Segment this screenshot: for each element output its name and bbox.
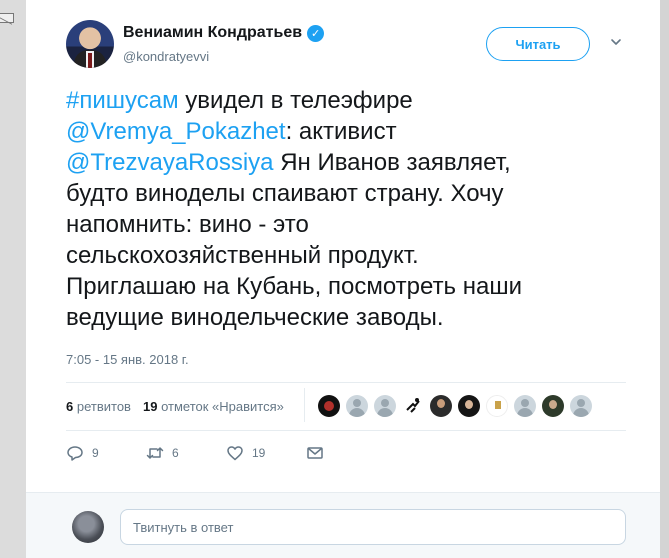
- like-action[interactable]: 19: [226, 444, 306, 462]
- envelope-icon: [307, 447, 323, 459]
- tweet-text: #пишусам увидел в телеэфире @Vremya_Pokaz…: [66, 85, 626, 333]
- tweet-text-line: будто виноделы спаивают страну. Хочу: [66, 178, 626, 209]
- tweet-text-line: #пишусам увидел в телеэфире: [66, 85, 626, 116]
- author-name-row[interactable]: Вениамин Кондратьев ✓: [123, 24, 325, 42]
- retweet-action[interactable]: 6: [146, 444, 226, 462]
- tweet-text-fragment: сельскохозяйственный продукт.: [66, 242, 419, 269]
- tweet-card: Вениамин Кондратьев ✓ @kondratyevvi Чита…: [26, 0, 660, 558]
- heart-icon: [227, 446, 243, 461]
- mention-link[interactable]: @TrezvayaRossiya: [66, 149, 274, 176]
- liker-avatar[interactable]: [430, 395, 452, 417]
- background-window-strip-right: [660, 0, 669, 558]
- stats-separator: [304, 388, 305, 422]
- dm-action[interactable]: [306, 444, 386, 462]
- tweet-text-fragment: будто виноделы спаивают страну. Хочу: [66, 180, 504, 207]
- liker-avatar[interactable]: [402, 395, 424, 417]
- tweet-actions: 9 6 19: [66, 444, 386, 462]
- reply-icon: [67, 446, 83, 461]
- divider: [66, 430, 626, 431]
- tweet-text-line: Приглашаю на Кубань, посмотреть наши: [66, 271, 626, 302]
- current-user-avatar[interactable]: [72, 511, 104, 543]
- like-count: 19: [252, 446, 266, 460]
- liker-avatars: [318, 395, 592, 417]
- liker-avatar[interactable]: [486, 395, 508, 417]
- reply-composer: [26, 492, 660, 558]
- background-window-strip: [0, 0, 26, 558]
- tweet-text-fragment: : активист: [285, 118, 397, 145]
- tweet-text-fragment: ведущие винодельческие заводы.: [66, 304, 444, 331]
- tweet-stats: 6 ретвитов 19 отметок «Нравится»: [66, 399, 284, 414]
- liker-avatar[interactable]: [346, 395, 368, 417]
- author-handle[interactable]: @kondratyevvi: [123, 49, 209, 64]
- retweet-count: 6: [172, 446, 179, 460]
- reply-input[interactable]: [120, 509, 626, 545]
- mention-link[interactable]: @Vremya_Pokazhet: [66, 118, 286, 145]
- liker-avatar[interactable]: [514, 395, 536, 417]
- tweet-text-line: ведущие винодельческие заводы.: [66, 302, 626, 333]
- tweet-text-line: напомнить: вино - это: [66, 209, 626, 240]
- tweet-text-line: @TrezvayaRossiya Ян Иванов заявляет,: [66, 147, 626, 178]
- follow-button[interactable]: Читать: [486, 27, 590, 61]
- likes-stat[interactable]: 19 отметок «Нравится»: [143, 399, 284, 414]
- reply-action[interactable]: 9: [66, 444, 146, 462]
- retweet-icon: [146, 447, 164, 459]
- liker-avatar[interactable]: [542, 395, 564, 417]
- liker-avatar[interactable]: [458, 395, 480, 417]
- tweet-text-fragment: Приглашаю на Кубань, посмотреть наши: [66, 273, 522, 300]
- liker-avatar[interactable]: [374, 395, 396, 417]
- envelope-icon: [0, 13, 14, 23]
- liker-avatar[interactable]: [570, 395, 592, 417]
- hashtag-link[interactable]: #пишусам: [66, 87, 179, 114]
- tweet-text-line: сельскохозяйственный продукт.: [66, 240, 626, 271]
- tweet-text-line: @Vremya_Pokazhet: активист: [66, 116, 626, 147]
- liker-avatar[interactable]: [318, 395, 340, 417]
- chevron-down-icon[interactable]: [610, 36, 622, 48]
- reply-count: 9: [92, 446, 99, 460]
- verified-badge-icon: ✓: [307, 24, 325, 42]
- tweet-text-fragment: увидел в телеэфире: [178, 87, 413, 114]
- divider: [66, 382, 626, 383]
- tweet-timestamp[interactable]: 7:05 - 15 янв. 2018 г.: [66, 352, 189, 367]
- author-name[interactable]: Вениамин Кондратьев: [123, 24, 302, 42]
- retweets-stat[interactable]: 6 ретвитов: [66, 399, 131, 414]
- tweet-text-fragment: Ян Иванов заявляет,: [273, 149, 511, 176]
- tweet-text-fragment: напомнить: вино - это: [66, 211, 309, 238]
- author-avatar[interactable]: [66, 20, 114, 68]
